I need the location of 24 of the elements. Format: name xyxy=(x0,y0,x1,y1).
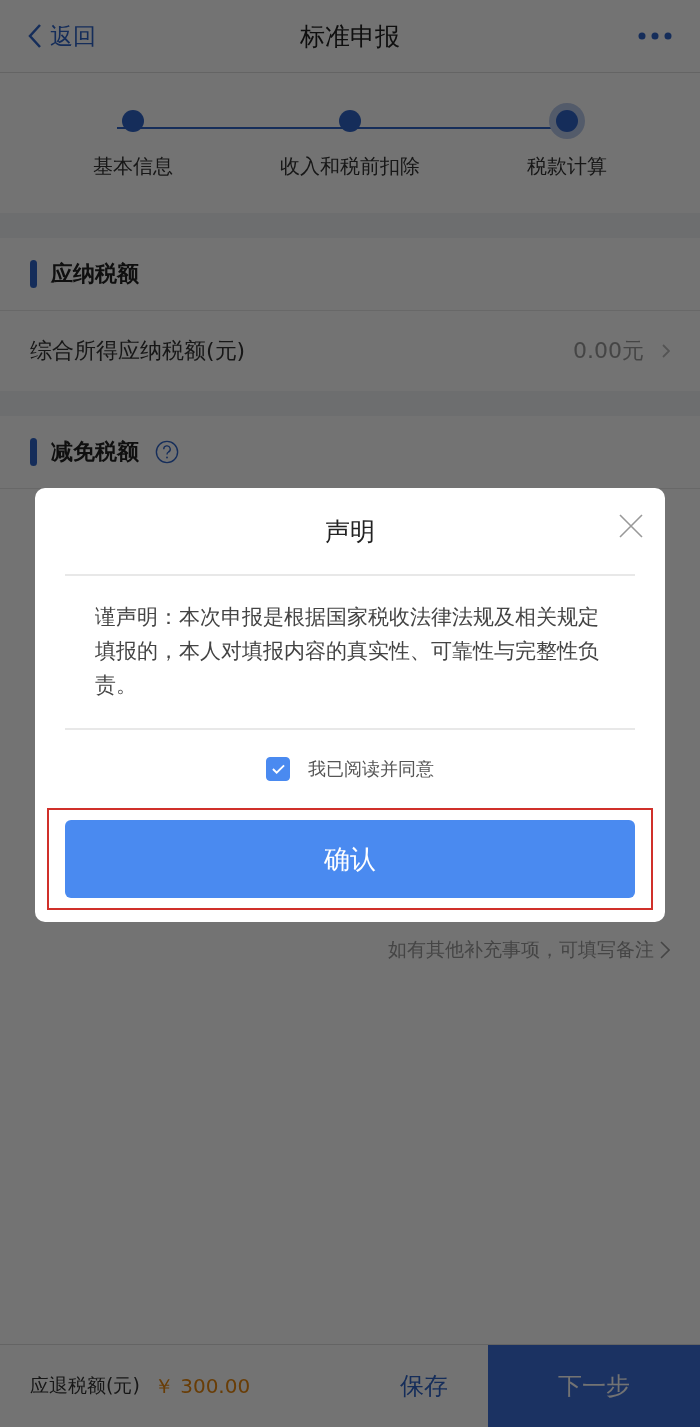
back-chevron-icon xyxy=(28,23,42,49)
section-marker xyxy=(30,260,37,288)
refund-amount: ￥ 300.00 xyxy=(153,1372,251,1400)
next-step-button[interactable]: 下一步 xyxy=(488,1345,700,1427)
dialog-title: 声明 xyxy=(325,515,375,548)
agree-checkbox[interactable] xyxy=(266,757,290,781)
check-icon xyxy=(271,764,285,774)
declaration-text: 谨声明：本次申报是根据国家税收法律法规及相关规定填报的，本人对填报内容的真实性、可靠性与完整性负责。 xyxy=(94,604,600,699)
close-icon[interactable] xyxy=(619,514,643,538)
agree-label: 我已阅读并同意 xyxy=(308,757,434,781)
page-title: 标准申报 xyxy=(300,20,400,53)
chevron-right-icon xyxy=(662,344,670,358)
section-title: 应纳税额 xyxy=(51,260,139,288)
confirm-button[interactable]: 确认 xyxy=(65,820,635,898)
step-label: 收入和税前扣除 xyxy=(280,153,420,180)
refund-label: 应退税额(元) xyxy=(30,1373,140,1398)
more-icon[interactable] xyxy=(638,32,672,40)
help-icon[interactable] xyxy=(155,440,179,464)
chevron-right-icon xyxy=(660,941,670,959)
back-link[interactable]: 返回 xyxy=(28,20,96,52)
section-title: 减免税额 xyxy=(51,438,139,466)
section-marker xyxy=(30,438,37,466)
step-label: 基本信息 xyxy=(93,153,173,180)
step-label: 税款计算 xyxy=(527,153,607,180)
